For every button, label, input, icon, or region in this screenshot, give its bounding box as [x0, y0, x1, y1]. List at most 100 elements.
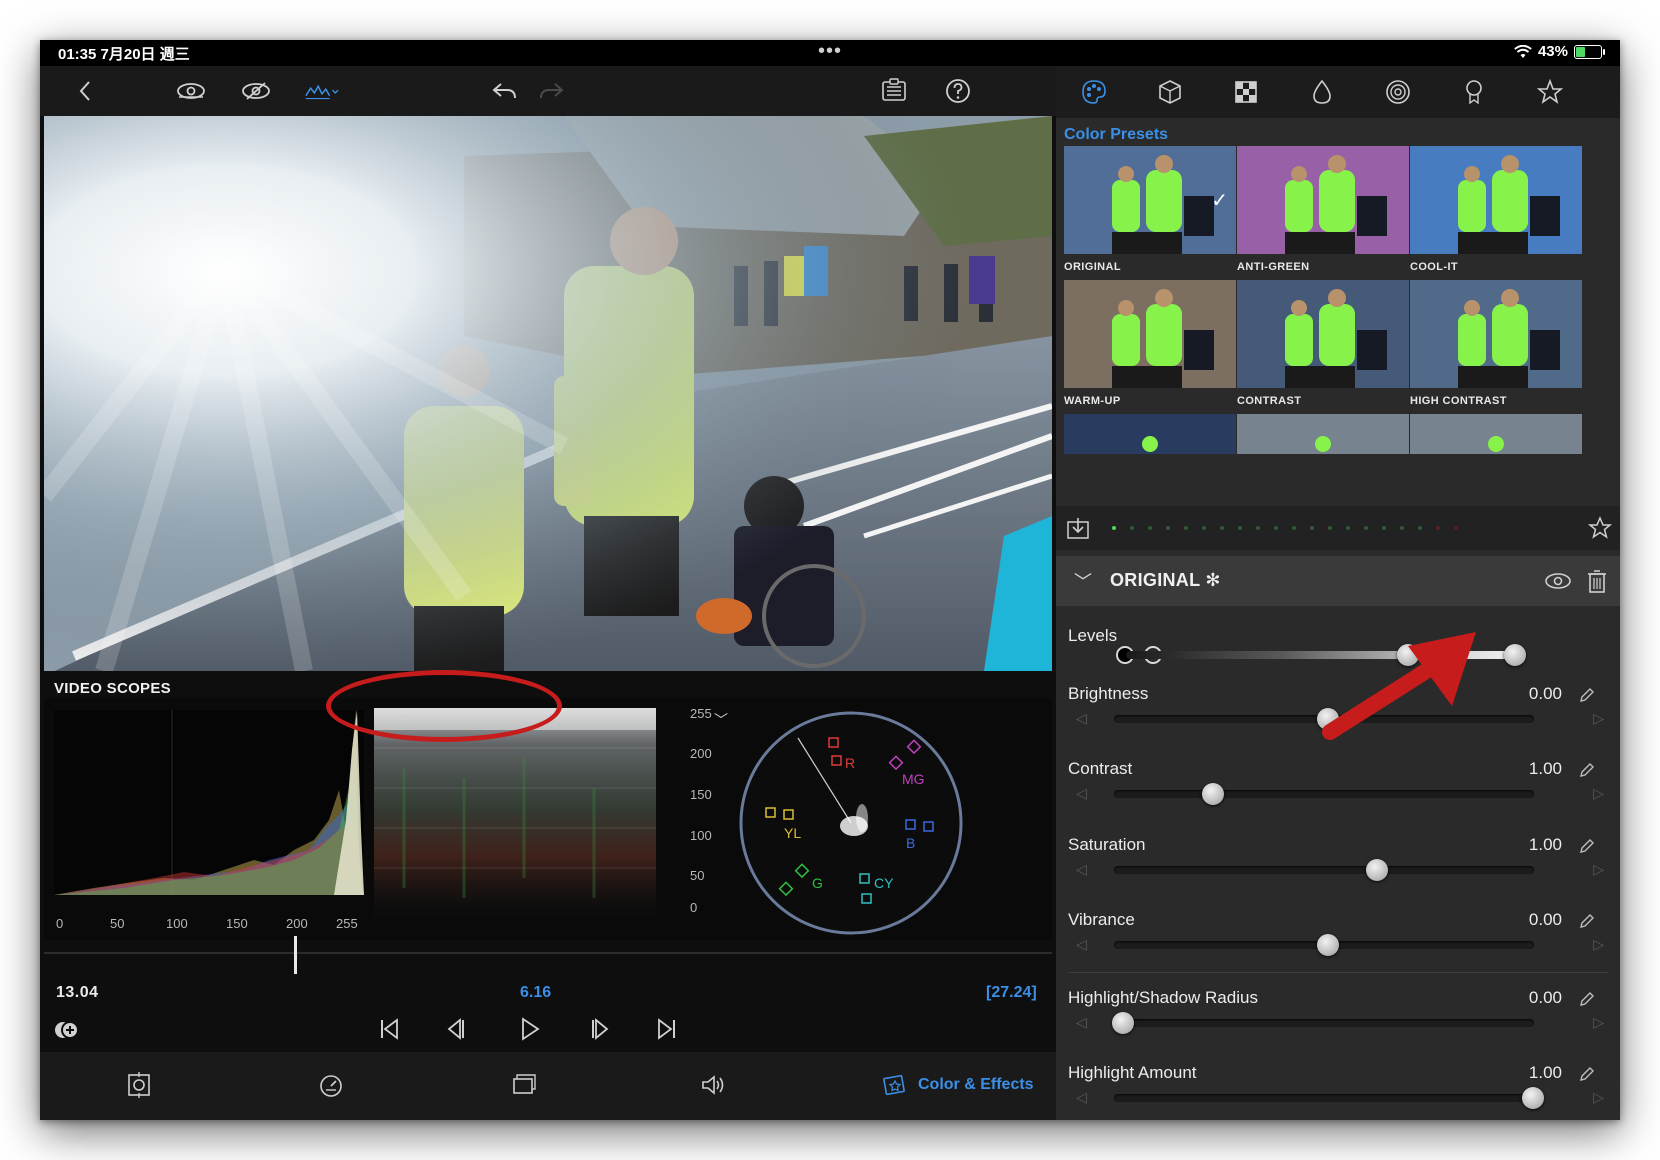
edit-pencil-icon[interactable]: [1578, 912, 1596, 930]
edit-pencil-icon[interactable]: [1578, 761, 1596, 779]
edit-pencil-icon[interactable]: [1578, 990, 1596, 1008]
decrement-arrow-icon[interactable]: ◁: [1076, 861, 1087, 878]
audio-volume-icon[interactable]: [698, 1070, 728, 1100]
multitasking-dots[interactable]: •••: [818, 40, 842, 63]
param-slider-track[interactable]: [1114, 1094, 1534, 1102]
spiral-distort-icon[interactable]: [1382, 76, 1414, 108]
eye-icon[interactable]: [175, 75, 207, 107]
decrement-arrow-icon[interactable]: ◁: [1076, 1014, 1087, 1031]
transitions-icon[interactable]: [508, 1070, 538, 1100]
increment-arrow-icon[interactable]: ▷: [1593, 785, 1604, 802]
palette-icon[interactable]: [1078, 76, 1110, 108]
preset-tile[interactable]: ANTI-GREEN: [1237, 146, 1409, 273]
page-dot[interactable]: [1436, 526, 1440, 530]
undo-icon[interactable]: [488, 75, 520, 107]
speed-icon[interactable]: [316, 1070, 346, 1100]
page-dot[interactable]: [1220, 526, 1224, 530]
import-icon[interactable]: [1066, 516, 1090, 540]
page-dot[interactable]: [1148, 526, 1152, 530]
step-back-icon[interactable]: [442, 1014, 472, 1044]
param-value[interactable]: 1.00: [1529, 835, 1562, 855]
cube-lut-icon[interactable]: [1154, 76, 1186, 108]
page-dot[interactable]: [1112, 526, 1116, 530]
scopes-toggle-icon[interactable]: [302, 75, 342, 107]
page-dot[interactable]: [1256, 526, 1260, 530]
preset-tile-partial[interactable]: [1410, 414, 1582, 454]
trash-icon[interactable]: [1586, 568, 1608, 594]
audio-overlay-icon[interactable]: [54, 1020, 82, 1040]
page-dot[interactable]: [1418, 526, 1422, 530]
page-dot[interactable]: [1292, 526, 1296, 530]
preset-tile[interactable]: ✓ ORIGINAL: [1064, 146, 1236, 273]
increment-arrow-icon[interactable]: ▷: [1593, 1014, 1604, 1031]
eye-compare-icon[interactable]: [240, 75, 272, 107]
vignette-icon[interactable]: [1458, 76, 1490, 108]
page-dot[interactable]: [1364, 526, 1368, 530]
drop-blur-icon[interactable]: [1306, 76, 1338, 108]
collapse-chevron-icon[interactable]: ﹀: [1074, 568, 1092, 594]
param-value[interactable]: 1.00: [1529, 1063, 1562, 1083]
play-icon[interactable]: [514, 1014, 544, 1044]
increment-arrow-icon[interactable]: ▷: [1593, 861, 1604, 878]
favorite-star-icon[interactable]: [1588, 516, 1612, 540]
page-dot[interactable]: [1346, 526, 1350, 530]
edit-pencil-icon[interactable]: [1578, 837, 1596, 855]
preset-tile-partial[interactable]: [1064, 414, 1236, 454]
playhead[interactable]: [294, 936, 297, 974]
page-dot[interactable]: [1454, 526, 1458, 530]
preset-tile[interactable]: CONTRAST: [1237, 280, 1409, 407]
param-value[interactable]: 0.00: [1529, 910, 1562, 930]
help-icon[interactable]: [942, 75, 974, 107]
param-slider-thumb[interactable]: [1317, 928, 1339, 962]
page-dot[interactable]: [1184, 526, 1188, 530]
crop-transform-icon[interactable]: [124, 1070, 154, 1100]
skip-to-end-icon[interactable]: [652, 1014, 682, 1044]
param-value[interactable]: 0.00: [1529, 988, 1562, 1008]
back-icon[interactable]: [70, 75, 102, 107]
param-value[interactable]: 1.00: [1529, 759, 1562, 779]
param-slider-thumb[interactable]: [1112, 1006, 1134, 1040]
increment-arrow-icon[interactable]: ▷: [1593, 936, 1604, 953]
increment-arrow-icon[interactable]: ▷: [1593, 710, 1604, 727]
visibility-eye-icon[interactable]: [1544, 569, 1572, 593]
page-dot[interactable]: [1130, 526, 1134, 530]
timeline-scrubber[interactable]: [44, 936, 1052, 974]
page-dot[interactable]: [1202, 526, 1206, 530]
page-dot[interactable]: [1328, 526, 1332, 530]
preset-tile[interactable]: HIGH CONTRAST: [1410, 280, 1582, 407]
preset-tile[interactable]: WARM-UP: [1064, 280, 1236, 407]
levels-white-thumb[interactable]: [1504, 638, 1526, 672]
edit-pencil-icon[interactable]: [1578, 1065, 1596, 1083]
favorites-star-icon[interactable]: [1534, 76, 1566, 108]
param-slider-track[interactable]: [1114, 1019, 1534, 1027]
texture-grid-icon[interactable]: [1230, 76, 1262, 108]
page-dot[interactable]: [1274, 526, 1278, 530]
param-slider-thumb[interactable]: [1202, 777, 1225, 811]
clipboard-icon[interactable]: [878, 75, 910, 107]
preset-tile-partial[interactable]: [1237, 414, 1409, 454]
redo-icon[interactable]: [536, 75, 568, 107]
video-preview[interactable]: [44, 116, 1052, 671]
param-value[interactable]: 0.00: [1529, 684, 1562, 704]
vectorscope-chevron-down-icon[interactable]: ﹀: [714, 710, 728, 730]
color-effects-tab[interactable]: Color & Effects: [882, 1072, 1034, 1098]
page-dot[interactable]: [1166, 526, 1170, 530]
step-forward-icon[interactable]: [584, 1014, 614, 1044]
page-dot[interactable]: [1382, 526, 1386, 530]
edit-pencil-icon[interactable]: [1578, 686, 1596, 704]
preset-tile[interactable]: COOL-IT: [1410, 146, 1582, 273]
param-slider-track[interactable]: [1114, 866, 1534, 874]
decrement-arrow-icon[interactable]: ◁: [1076, 1089, 1087, 1106]
param-slider-thumb[interactable]: [1366, 853, 1389, 887]
decrement-arrow-icon[interactable]: ◁: [1076, 785, 1087, 802]
skip-to-start-icon[interactable]: [374, 1014, 404, 1044]
effect-section-header[interactable]: ﹀ ORIGINAL ✻: [1056, 556, 1620, 606]
param-slider-track[interactable]: [1114, 790, 1534, 798]
page-dot[interactable]: [1310, 526, 1314, 530]
decrement-arrow-icon[interactable]: ◁: [1076, 710, 1087, 727]
page-dot[interactable]: [1400, 526, 1404, 530]
increment-arrow-icon[interactable]: ▷: [1593, 1089, 1604, 1106]
decrement-arrow-icon[interactable]: ◁: [1076, 936, 1087, 953]
param-slider-thumb[interactable]: [1522, 1081, 1544, 1115]
page-dot[interactable]: [1238, 526, 1242, 530]
